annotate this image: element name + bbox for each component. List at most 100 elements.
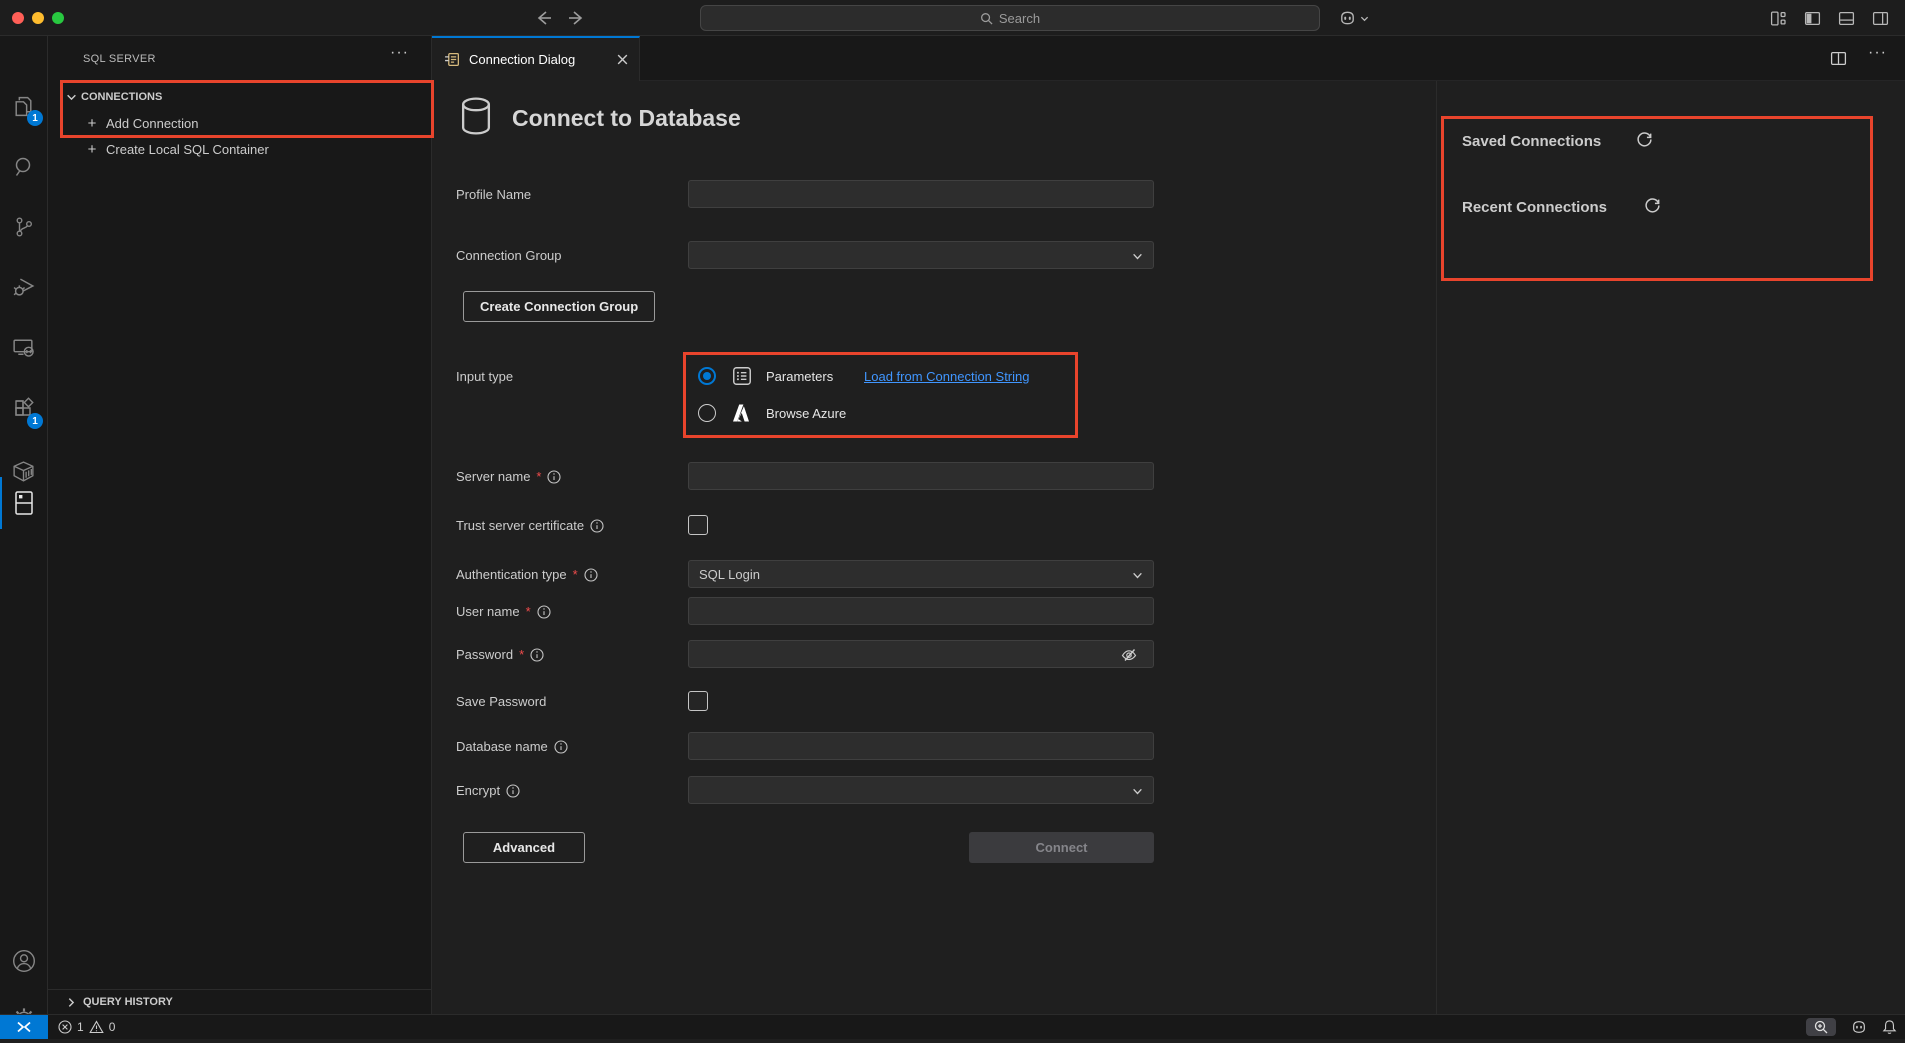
toggle-password-visibility-icon[interactable] — [1120, 646, 1138, 664]
status-bar: 1 0 — [0, 1014, 1905, 1039]
sidebar-item-search[interactable] — [0, 143, 47, 191]
connections-section-header[interactable]: CONNECTIONS — [48, 84, 431, 110]
navigate-forward-icon[interactable] — [566, 8, 586, 28]
info-icon[interactable] — [537, 605, 551, 619]
trust-server-certificate-label: Trust server certificate — [456, 518, 604, 533]
explorer-badge: 1 — [27, 110, 43, 126]
accounts-button[interactable] — [0, 937, 47, 985]
encrypt-label: Encrypt — [456, 783, 520, 798]
info-icon[interactable] — [530, 648, 544, 662]
toggle-panel-icon[interactable] — [1838, 10, 1855, 27]
parameters-radio-label[interactable]: Parameters — [766, 369, 833, 384]
customize-layout-icon[interactable] — [1770, 10, 1787, 27]
azure-icon — [729, 401, 753, 425]
search-icon — [980, 12, 993, 25]
toggle-primary-sidebar-icon[interactable] — [1804, 10, 1821, 27]
notifications-bell-icon[interactable] — [1882, 1019, 1897, 1035]
save-password-checkbox[interactable] — [688, 691, 708, 711]
search-placeholder: Search — [999, 11, 1040, 26]
command-center-search[interactable]: Search — [700, 5, 1320, 31]
extensions-badge: 1 — [27, 413, 43, 429]
browse-azure-radio-label[interactable]: Browse Azure — [766, 406, 846, 421]
connect-button[interactable]: Connect — [969, 832, 1154, 863]
info-icon[interactable] — [590, 519, 604, 533]
trust-server-certificate-checkbox[interactable] — [688, 515, 708, 535]
panel-title: SQL SERVER — [83, 53, 156, 65]
close-icon[interactable] — [616, 53, 629, 66]
zoom-status-button[interactable] — [1806, 1018, 1836, 1036]
info-icon[interactable] — [547, 470, 561, 484]
refresh-recent-connections-icon[interactable] — [1644, 197, 1661, 214]
parameters-icon — [731, 365, 753, 387]
warning-icon — [89, 1020, 104, 1034]
navigate-back-icon[interactable] — [534, 8, 554, 28]
title-bar: Search — [0, 0, 1905, 36]
advanced-button[interactable]: Advanced — [463, 832, 585, 863]
window-close-button[interactable] — [12, 12, 24, 24]
search-icon — [12, 155, 36, 179]
window-maximize-button[interactable] — [52, 12, 64, 24]
profile-name-label: Profile Name — [456, 187, 531, 202]
chevron-down-icon — [1132, 570, 1143, 581]
chevron-down-icon — [1360, 14, 1369, 23]
profile-name-input[interactable] — [688, 180, 1154, 208]
window-minimize-button[interactable] — [32, 12, 44, 24]
remote-indicator[interactable] — [0, 1015, 48, 1039]
warning-count: 0 — [109, 1020, 116, 1034]
connection-group-label: Connection Group — [456, 248, 562, 263]
add-connection-item[interactable]: + Add Connection — [48, 110, 431, 136]
server-name-input[interactable] — [688, 462, 1154, 490]
connection-group-select[interactable] — [688, 241, 1154, 269]
chevron-down-icon — [66, 92, 77, 103]
sidebar-item-sql-server[interactable] — [0, 477, 47, 529]
tab-connection-dialog[interactable]: Connection Dialog — [432, 36, 640, 81]
refresh-saved-connections-icon[interactable] — [1636, 131, 1653, 148]
sidebar-item-remote-explorer[interactable] — [0, 323, 47, 371]
copilot-icon — [1338, 9, 1357, 27]
browse-azure-radio[interactable] — [698, 404, 716, 422]
saved-connections-header: Saved Connections — [1462, 133, 1601, 150]
info-icon[interactable] — [506, 784, 520, 798]
authentication-type-select[interactable]: SQL Login — [688, 560, 1154, 588]
panel-more-actions-button[interactable]: ··· — [390, 44, 409, 62]
panel-divider — [1436, 81, 1437, 1014]
remote-explorer-icon — [11, 335, 36, 360]
error-count: 1 — [77, 1020, 84, 1034]
chevron-right-icon — [66, 997, 77, 1008]
copilot-menu-button[interactable] — [1338, 9, 1369, 27]
run-debug-icon — [11, 275, 36, 300]
encrypt-select[interactable] — [688, 776, 1154, 804]
toggle-secondary-sidebar-icon[interactable] — [1872, 10, 1889, 27]
activity-bar: 1 1 — [0, 36, 48, 1014]
sidebar-item-source-control[interactable] — [0, 203, 47, 251]
sidebar-item-explorer[interactable]: 1 — [0, 82, 47, 130]
password-label: Password* — [456, 647, 544, 662]
sidebar-item-extensions[interactable]: 1 — [0, 385, 47, 433]
split-editor-icon[interactable] — [1830, 50, 1847, 67]
recent-connections-header: Recent Connections — [1462, 199, 1607, 216]
database-name-label: Database name — [456, 739, 568, 754]
copilot-status-icon[interactable] — [1850, 1019, 1868, 1035]
load-from-connection-string-link[interactable]: Load from Connection String — [864, 369, 1029, 384]
editor-more-actions-button[interactable]: ··· — [1868, 44, 1887, 62]
database-name-input[interactable] — [688, 732, 1154, 760]
database-icon — [458, 95, 494, 137]
user-name-label: User name* — [456, 604, 551, 619]
page-title: Connect to Database — [512, 105, 741, 132]
info-icon[interactable] — [554, 740, 568, 754]
sql-server-icon — [12, 490, 36, 516]
chevron-down-icon — [1132, 786, 1143, 797]
create-connection-group-button[interactable]: Create Connection Group — [463, 291, 655, 322]
user-name-input[interactable] — [688, 597, 1154, 625]
password-input[interactable] — [688, 640, 1154, 668]
sidebar-item-run-debug[interactable] — [0, 263, 47, 311]
create-local-sql-container-item[interactable]: + Create Local SQL Container — [48, 136, 431, 162]
problems-indicator[interactable]: 1 0 — [58, 1015, 115, 1039]
save-password-label: Save Password — [456, 694, 546, 709]
parameters-radio[interactable] — [698, 367, 716, 385]
query-history-section-header[interactable]: QUERY HISTORY — [48, 989, 431, 1014]
info-icon[interactable] — [584, 568, 598, 582]
connection-dialog-icon — [444, 51, 461, 68]
connection-dialog-webview: Connect to Database Profile Name Connect… — [432, 81, 1905, 1014]
chevron-down-icon — [1132, 251, 1143, 262]
